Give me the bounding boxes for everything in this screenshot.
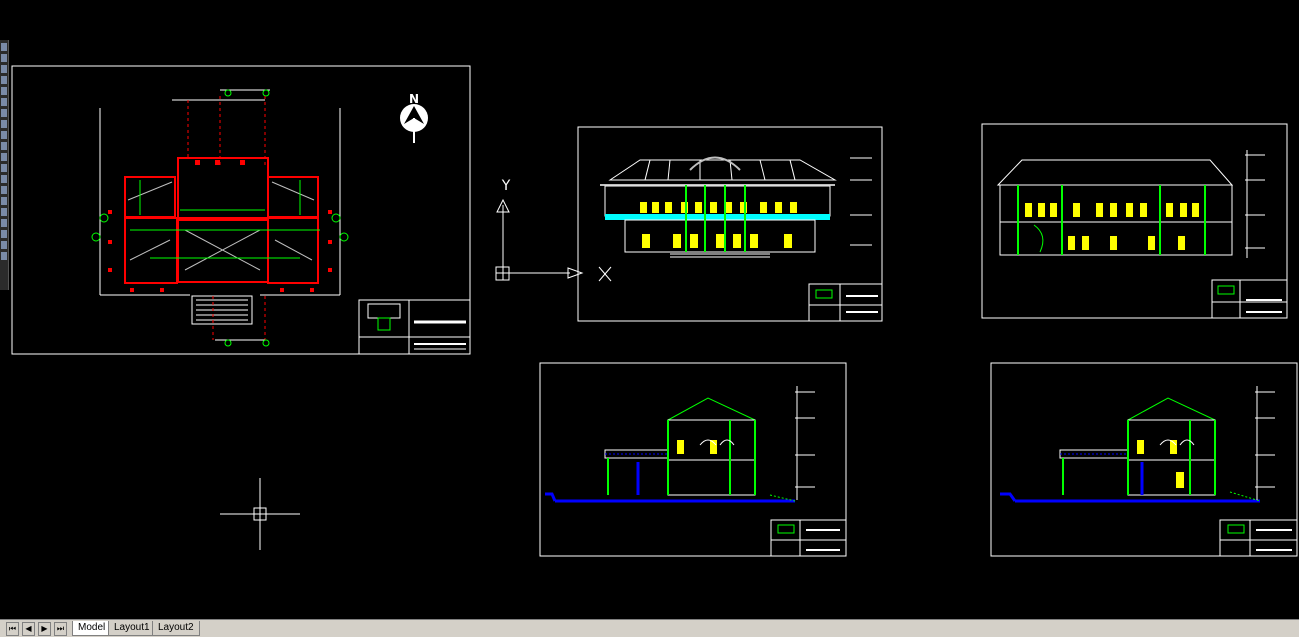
toolbar-button[interactable] xyxy=(1,219,7,227)
section-b-sheet[interactable] xyxy=(539,362,847,557)
plan-columns xyxy=(108,160,332,292)
toolbar-button[interactable] xyxy=(1,230,7,238)
section-a-title-block xyxy=(1211,279,1288,319)
toolbar-button[interactable] xyxy=(1,76,7,84)
tab-layout1[interactable]: Layout1 xyxy=(108,621,156,636)
toolbar-button[interactable] xyxy=(1,120,7,128)
toolbar-button[interactable] xyxy=(1,43,7,51)
toolbar-button[interactable] xyxy=(1,186,7,194)
toolbar-button[interactable] xyxy=(1,153,7,161)
toolbar-button[interactable] xyxy=(1,241,7,249)
section-c-sheet[interactable] xyxy=(990,362,1298,557)
plan-walls xyxy=(124,157,319,284)
floor-plan-sheet[interactable]: N xyxy=(11,65,471,355)
cad-application: N Y ⏮ ◀ ▶ ⏭ Model Layout1 Layout2 xyxy=(0,0,1299,637)
left-toolbar xyxy=(0,40,9,290)
toolbar-button[interactable] xyxy=(1,164,7,172)
elevation-title-block xyxy=(808,283,883,322)
title-block xyxy=(358,299,471,355)
lower-windows xyxy=(642,234,792,248)
first-tab-button[interactable]: ⏮ xyxy=(6,622,19,636)
toolbar-button[interactable] xyxy=(1,65,7,73)
section-a-sheet[interactable] xyxy=(981,123,1288,319)
toolbar-button[interactable] xyxy=(1,98,7,106)
toolbar-button[interactable] xyxy=(1,109,7,117)
north-arrow: N xyxy=(400,92,428,143)
tab-model[interactable]: Model xyxy=(72,621,112,636)
section-windows xyxy=(1025,203,1199,250)
front-elevation-sheet[interactable] xyxy=(577,126,883,322)
toolbar-button[interactable] xyxy=(1,87,7,95)
drawing-canvas[interactable]: N Y xyxy=(10,0,1299,619)
tab-layout2[interactable]: Layout2 xyxy=(152,621,200,636)
toolbar-button[interactable] xyxy=(1,175,7,183)
layout-tab-bar: ⏮ ◀ ▶ ⏭ Model Layout1 Layout2 xyxy=(0,619,1299,637)
north-label: N xyxy=(409,92,419,106)
toolbar-button[interactable] xyxy=(1,252,7,260)
last-tab-button[interactable]: ⏭ xyxy=(54,622,67,636)
previous-tab-button[interactable]: ◀ xyxy=(22,622,35,636)
toolbar-button[interactable] xyxy=(1,54,7,62)
entrance-stairs xyxy=(191,295,253,325)
plan-hatching xyxy=(127,181,315,271)
ucs-y-label: Y xyxy=(501,178,511,194)
toolbar-button[interactable] xyxy=(1,197,7,205)
section-b-title-block xyxy=(770,519,847,557)
upper-windows xyxy=(640,202,797,213)
ucs-icon: Y xyxy=(495,178,612,282)
next-tab-button[interactable]: ▶ xyxy=(38,622,51,636)
section-c-title-block xyxy=(1219,519,1298,557)
toolbar-button[interactable] xyxy=(1,142,7,150)
crosshair-cursor xyxy=(220,478,300,550)
toolbar-button[interactable] xyxy=(1,208,7,216)
toolbar-button[interactable] xyxy=(1,131,7,139)
